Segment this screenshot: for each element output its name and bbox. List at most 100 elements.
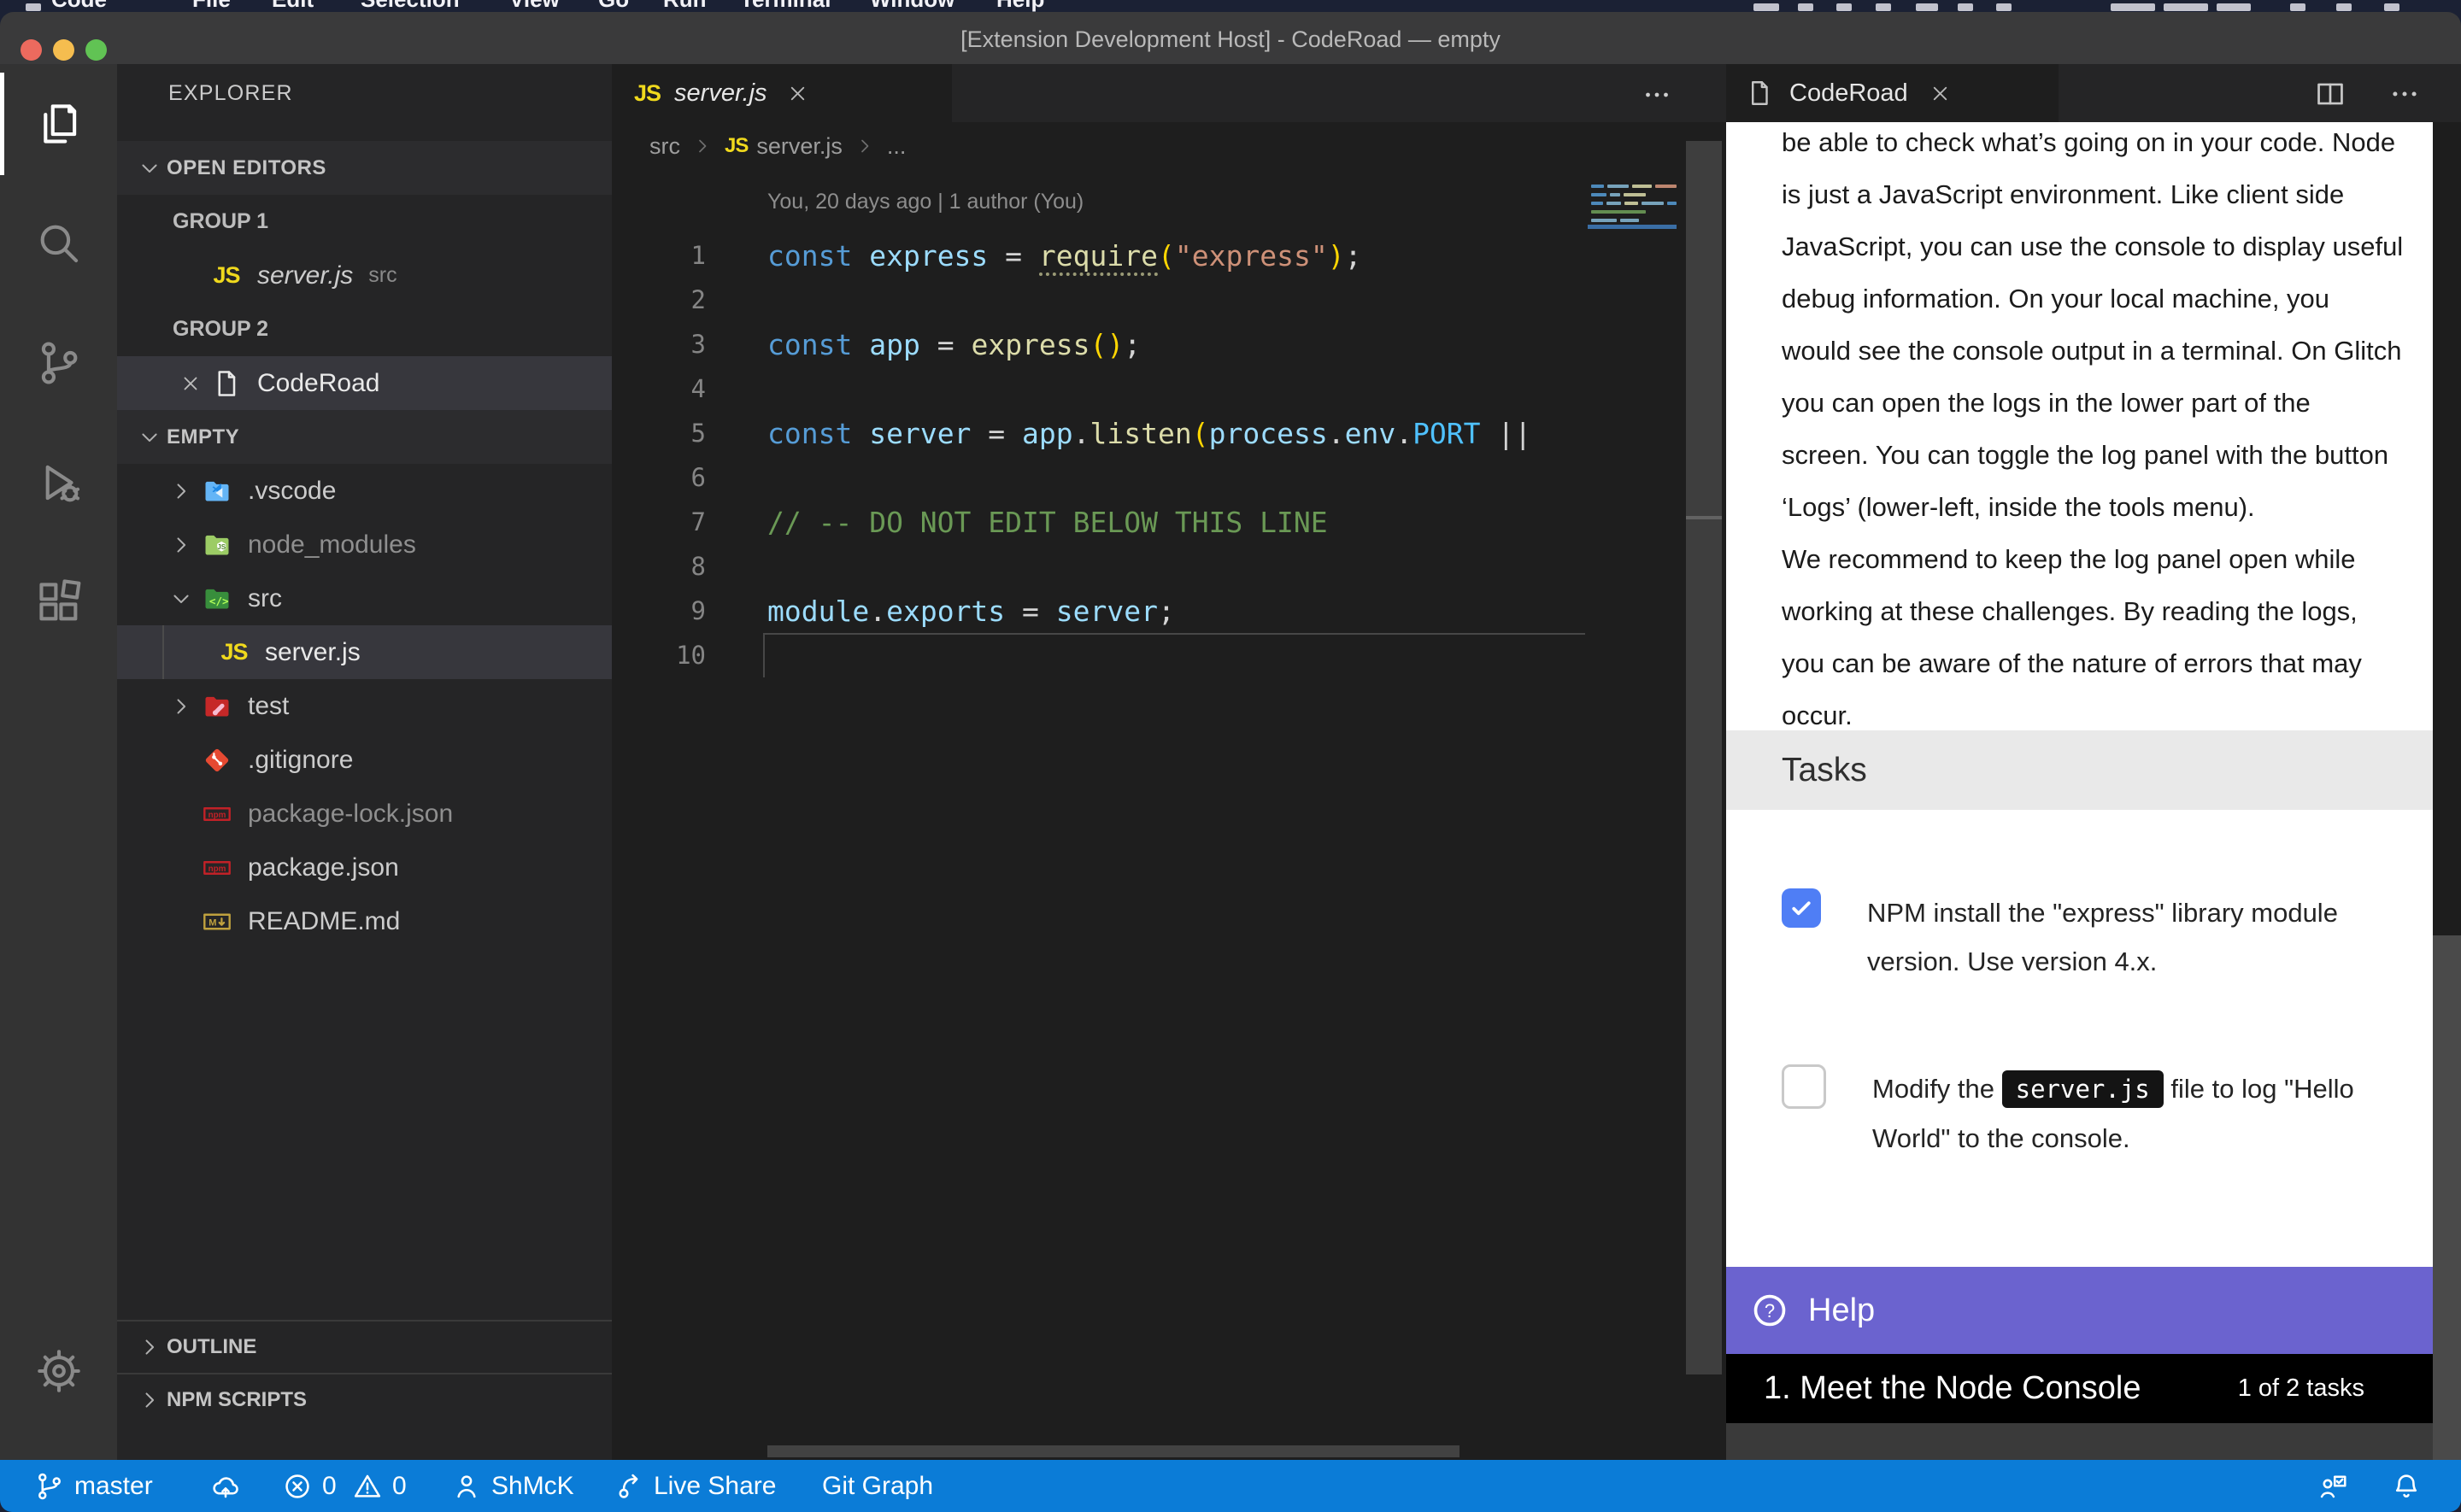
code-line[interactable]: 10 [612, 633, 1585, 677]
source-control-icon [34, 338, 84, 388]
close-icon[interactable] [173, 372, 208, 395]
git-codelens-annotation[interactable]: You, 20 days ago | 1 author (You) [767, 190, 1084, 214]
status-account[interactable]: ShMcK [451, 1460, 574, 1512]
svg-text:M: M [209, 917, 216, 928]
editor-scrollbar[interactable] [1686, 141, 1722, 1374]
open-editors-section[interactable]: OPEN EDITORS [117, 141, 612, 195]
run-debug-icon [34, 458, 84, 507]
line-number: 7 [612, 507, 706, 536]
status-live-share[interactable]: Live Share [614, 1460, 776, 1512]
tree-item-.gitignore[interactable]: .gitignore [117, 733, 612, 787]
person-icon [451, 1471, 482, 1502]
menubar-status-icon [26, 3, 41, 11]
tab-label: server.js [674, 79, 767, 108]
task-checkbox-checked[interactable] [1782, 888, 1821, 928]
tree-item-.vscode[interactable]: .vscode [117, 464, 612, 518]
menu-item-go[interactable]: Go [598, 0, 629, 12]
svg-text:npm: npm [209, 864, 226, 873]
section-label: OUTLINE [167, 1335, 256, 1359]
activity-item-run-debug[interactable] [0, 423, 117, 542]
help-bar[interactable]: ? Help [1726, 1267, 2433, 1354]
activity-item-source-control[interactable] [0, 303, 117, 423]
activity-item-explorer[interactable] [0, 64, 117, 184]
section-outline[interactable]: OUTLINE [117, 1320, 612, 1373]
tree-item-package.json[interactable]: npmpackage.json [117, 841, 612, 894]
editor-actions-ellipsis-icon[interactable] [1642, 79, 1672, 110]
tab-server-js[interactable]: JS server.js [612, 64, 952, 122]
tree-item-src[interactable]: </>src [117, 571, 612, 625]
tree-item-test[interactable]: test [117, 679, 612, 733]
code-editor[interactable]: 1const express = require("express");23co… [612, 233, 1585, 677]
code-line[interactable]: 5const server = app.listen(process.env.P… [612, 411, 1585, 455]
tab-coderoad[interactable]: CodeRoad [1726, 64, 2059, 122]
code-line[interactable]: 8 [612, 544, 1585, 589]
menubar-status-icon [2336, 3, 2352, 11]
bell-icon [2391, 1471, 2422, 1502]
chevron-down-icon [132, 156, 167, 180]
minimap[interactable] [1588, 185, 1677, 227]
activity-item-extensions[interactable] [0, 542, 117, 662]
tree-item-node_modules[interactable]: JSnode_modules [117, 518, 612, 571]
menu-item-help[interactable]: Help [996, 0, 1044, 12]
editor-horizontal-scrollbar[interactable] [767, 1445, 1460, 1457]
menu-item-window[interactable]: Window [870, 0, 954, 12]
code-line[interactable]: 4 [612, 366, 1585, 411]
files-icon [34, 99, 84, 149]
status-branch[interactable]: master [34, 1460, 153, 1512]
breadcrumb-item[interactable]: src [649, 133, 680, 160]
menubar-status-icon [1753, 3, 1779, 11]
code-line[interactable]: 2 [612, 278, 1585, 322]
breadcrumb-item[interactable]: server.js [756, 133, 843, 160]
code-line[interactable]: 9module.exports = server; [612, 589, 1585, 633]
lesson-text-line: screen. You can toggle the log panel wit… [1782, 429, 2431, 481]
task-checkbox-unchecked[interactable] [1782, 1064, 1826, 1109]
menu-item-view[interactable]: View [509, 0, 560, 12]
menu-item-edit[interactable]: Edit [272, 0, 314, 12]
menu-item-run[interactable]: Run [663, 0, 707, 12]
activity-item-search[interactable] [0, 184, 117, 303]
activity-item-settings[interactable] [0, 1311, 117, 1431]
vscode-icon [198, 476, 236, 507]
chevron-right-icon [132, 1388, 167, 1412]
code-line[interactable]: 3const app = express(); [612, 322, 1585, 366]
status-errors[interactable]: 0 [282, 1460, 337, 1512]
chevron-right-icon [164, 533, 198, 557]
editor-scrollbar-marker [1686, 516, 1722, 519]
status-warnings[interactable]: 0 [352, 1460, 407, 1512]
line-number: 3 [612, 330, 706, 359]
tab-close-icon[interactable] [786, 82, 809, 105]
lesson-text-line: debug information. On your local machine… [1782, 273, 2431, 325]
section-npm-scripts[interactable]: NPM SCRIPTS [117, 1373, 612, 1426]
open-editor-item-server.js[interactable]: JSserver.jssrc [117, 249, 612, 302]
status-git-graph[interactable]: Git Graph [822, 1460, 933, 1512]
webview-scrollbar[interactable] [2433, 122, 2461, 1460]
split-editor-icon[interactable] [2314, 78, 2346, 110]
menu-item-file[interactable]: File [192, 0, 231, 12]
status-notifications[interactable] [2391, 1460, 2422, 1512]
tree-item-server.js[interactable]: JSserver.js [117, 625, 612, 679]
markdown-icon: M [198, 906, 236, 937]
parent-folder-hint: src [368, 263, 396, 288]
open-editor-item-coderoad[interactable]: CodeRoad [117, 356, 612, 410]
status-feedback[interactable] [2317, 1460, 2348, 1512]
tab-close-icon[interactable] [1929, 82, 1952, 105]
empty-folder-section[interactable]: EMPTY [117, 410, 612, 464]
window-title-bar[interactable]: [Extension Development Host] - CodeRoad … [0, 12, 2461, 64]
menu-item-code[interactable]: Code [51, 0, 107, 12]
menubar-status-icon [1916, 3, 1938, 11]
file-name: test [248, 692, 289, 721]
status-publish[interactable] [210, 1460, 241, 1512]
code-line[interactable]: 7// -- DO NOT EDIT BELOW THIS LINE [612, 500, 1585, 544]
current-line-border [763, 633, 1585, 677]
panel-actions-ellipsis-icon[interactable] [2388, 78, 2421, 110]
menu-item-selection[interactable]: Selection [361, 0, 460, 12]
menu-item-terminal[interactable]: Terminal [740, 0, 831, 12]
webview-scrollbar-thumb[interactable] [2433, 935, 2461, 1460]
code-line[interactable]: 1const express = require("express"); [612, 233, 1585, 278]
code-line[interactable]: 6 [612, 455, 1585, 500]
tree-item-package-lock.json[interactable]: npmpackage-lock.json [117, 787, 612, 841]
breadcrumb-item[interactable]: ... [887, 133, 907, 160]
file-name: .vscode [248, 477, 336, 506]
tree-item-readme.md[interactable]: MREADME.md [117, 894, 612, 948]
lesson-title: 1. Meet the Node Console [1764, 1370, 2141, 1407]
